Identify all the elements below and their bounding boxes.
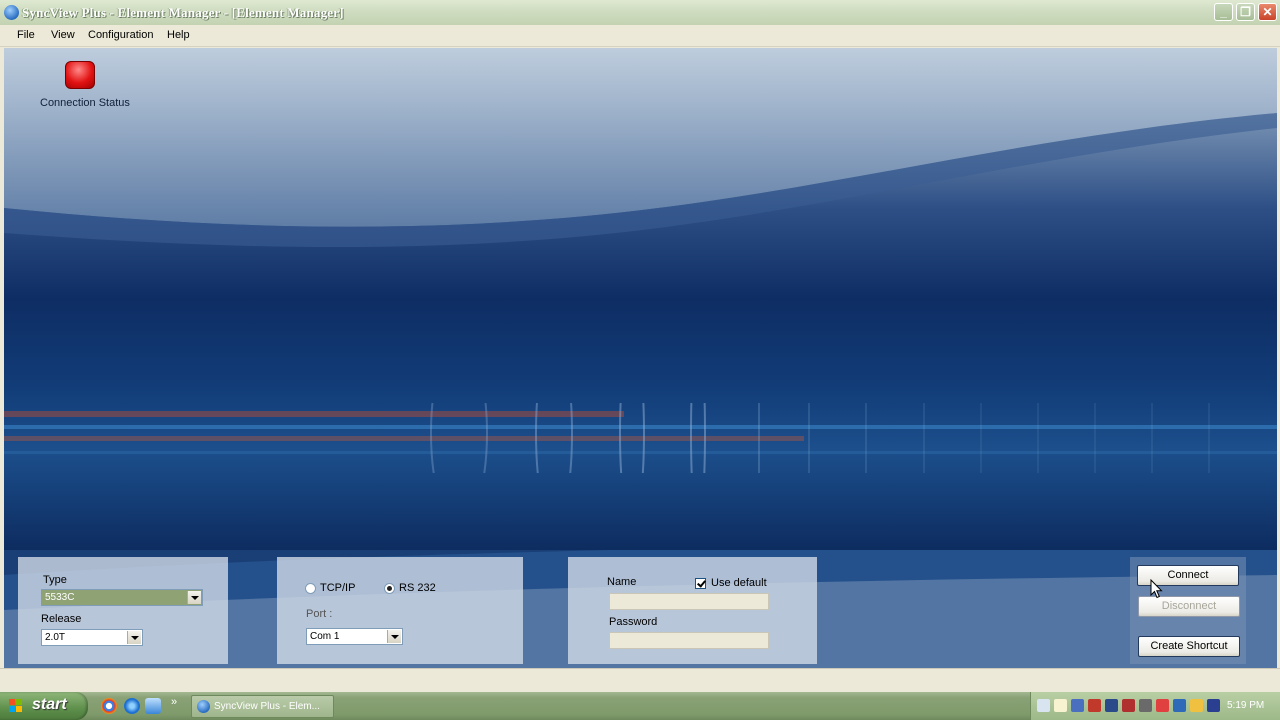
tray-icon[interactable] [1071, 699, 1084, 712]
name-field[interactable] [609, 593, 769, 610]
app-icon [197, 700, 210, 713]
start-label: start [32, 696, 67, 713]
clock: 5:19 PM [1227, 700, 1265, 711]
use-default-checkbox[interactable] [695, 578, 706, 589]
rs232-label: RS 232 [399, 582, 436, 594]
chevron-down-icon [387, 630, 401, 643]
maximize-icon: ❐ [1240, 5, 1251, 19]
communication-group: TCP/IP RS 232 Port : Com 1 [277, 557, 523, 664]
tray-icon[interactable] [1207, 699, 1220, 712]
data-stream-decoration [4, 403, 1277, 473]
type-value: 5533C [45, 592, 75, 603]
name-label: Name [607, 576, 637, 588]
splash-panel: Connection Status [4, 48, 1277, 550]
connection-panel: Type 5533C Release 2.0T TCP/IP RS 232 Po… [4, 550, 1277, 668]
password-field[interactable] [609, 632, 769, 649]
release-select[interactable]: 2.0T [41, 629, 143, 646]
taskbar-app-label: SyncView Plus - Elem... [214, 701, 320, 712]
release-label: Release [41, 613, 82, 625]
quicklaunch-expand-icon[interactable]: » [171, 696, 177, 708]
tray-icon[interactable] [1037, 699, 1050, 712]
app-icon [4, 5, 19, 20]
window-title: SyncView Plus - Element Manager - [Eleme… [22, 5, 344, 20]
port-select[interactable]: Com 1 [306, 628, 403, 645]
connection-status-indicator [65, 61, 95, 89]
tray-icon[interactable] [1156, 699, 1169, 712]
release-value: 2.0T [45, 632, 66, 643]
connection-status-label: Connection Status [40, 97, 130, 109]
tray-icon[interactable] [1139, 699, 1152, 712]
background-wave [4, 48, 1277, 248]
port-label: Port : [306, 608, 333, 620]
maximize-button[interactable]: ❐ [1236, 3, 1255, 21]
rs232-radio[interactable] [384, 583, 395, 594]
password-label: Password [609, 616, 658, 628]
close-icon: ✕ [1262, 5, 1273, 19]
type-label: Type [43, 574, 67, 586]
tray-icon[interactable] [1105, 699, 1118, 712]
login-group: Name Use default Password [568, 557, 817, 664]
actions-group: Connect Disconnect Create Shortcut [1130, 557, 1246, 664]
system-tray: 5:19 PM [1030, 692, 1280, 720]
tcpip-radio[interactable] [305, 583, 316, 594]
type-select[interactable]: 5533C [41, 589, 203, 606]
tray-icon[interactable] [1054, 699, 1067, 712]
use-default-label: Use default [711, 577, 767, 589]
title-bar: SyncView Plus - Element Manager - [Eleme… [0, 0, 1280, 26]
chevron-down-icon [127, 631, 141, 644]
close-button[interactable]: ✕ [1258, 3, 1277, 21]
disconnect-button[interactable]: Disconnect [1138, 596, 1240, 617]
menu-bar: File View Configuration Help [0, 25, 1280, 47]
menu-configuration[interactable]: Configuration [88, 29, 153, 41]
tray-icon[interactable] [1122, 699, 1135, 712]
menu-view[interactable]: View [51, 29, 75, 41]
taskbar: start » SyncView Plus - Elem... 5:19 PM [0, 692, 1280, 720]
port-value: Com 1 [310, 631, 340, 642]
ie-icon[interactable] [124, 698, 140, 714]
tray-icon[interactable] [1190, 699, 1203, 712]
minimize-icon: _ [1220, 5, 1227, 19]
tcpip-label: TCP/IP [320, 582, 356, 594]
chevron-down-icon [187, 591, 201, 604]
chrome-icon[interactable] [101, 698, 117, 714]
start-button[interactable]: start [0, 692, 88, 720]
tray-icon[interactable] [1173, 699, 1186, 712]
windows-logo-icon [9, 699, 23, 713]
mouse-cursor-icon [1150, 579, 1163, 599]
taskbar-app-button[interactable]: SyncView Plus - Elem... [191, 695, 334, 718]
tray-icon[interactable] [1088, 699, 1101, 712]
minimize-button[interactable]: _ [1214, 3, 1233, 21]
status-bar [0, 668, 1280, 691]
ie-alt-icon[interactable] [145, 698, 161, 714]
device-group: Type 5533C Release 2.0T [18, 557, 228, 664]
create-shortcut-button[interactable]: Create Shortcut [1138, 636, 1240, 657]
menu-file[interactable]: File [17, 29, 35, 41]
menu-help[interactable]: Help [167, 29, 190, 41]
